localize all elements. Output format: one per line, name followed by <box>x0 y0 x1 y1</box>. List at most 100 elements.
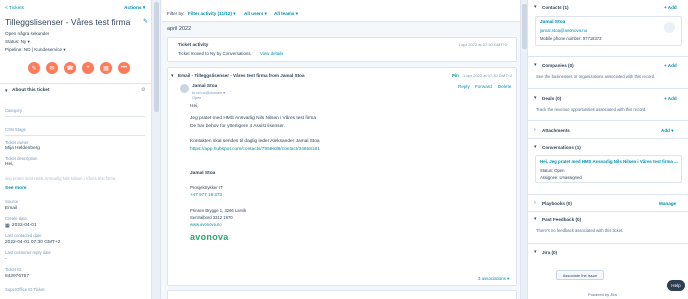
chevron-down-icon: ▾ <box>5 88 8 94</box>
pin-button[interactable]: Pin <box>452 73 459 78</box>
signature-web[interactable]: www.avonova.no <box>190 222 222 227</box>
associations-sidebar: ▾ Contacts (1) + Add Jamal Stoa jamal.st… <box>527 0 688 299</box>
edit-title-icon[interactable]: ✎ <box>143 18 148 25</box>
ticket-sidebar: < Tickets Actions ▾ Tilleggslisenser - V… <box>0 0 152 299</box>
timeline-scrollbar[interactable] <box>520 0 527 299</box>
prop-label-ticket-id: Ticket ID <box>5 267 22 272</box>
email-body-line: Kontakten skal sendes til daglig leder A… <box>190 139 320 144</box>
contacts-section-title[interactable]: Contacts (1) <box>542 5 569 10</box>
conversations-section-title[interactable]: Conversations (1) <box>542 145 581 150</box>
chevron-right-icon[interactable]: › <box>534 127 536 133</box>
email-sender[interactable]: Jamal Stoa <box>192 84 217 89</box>
avatar <box>180 84 189 93</box>
task-button[interactable]: + <box>82 62 94 74</box>
ticket-owner-value[interactable]: Mija Heldenberg <box>5 146 40 151</box>
contact-avatar <box>664 22 675 33</box>
ticket-description-value[interactable]: Hei, <box>5 162 14 167</box>
signature-address: Prinsen Brygge 1, 3266 Larvik <box>190 208 247 213</box>
section-divider <box>528 211 688 212</box>
associations-dropdown[interactable]: 3 associations ▾ <box>478 276 509 282</box>
last-contacted-value: 2022-04-01 07:30 GMT+2 <box>5 240 61 245</box>
meeting-button[interactable]: ▦ <box>100 62 112 74</box>
see-more-link[interactable]: See more <box>5 186 27 191</box>
forward-button[interactable]: Forward <box>475 84 492 89</box>
chevron-down-icon[interactable]: ▾ <box>534 95 537 101</box>
email-body-line: Jeg pratet med HMS Ansvarlig Nils Nilsen… <box>190 116 317 121</box>
add-attachment-dropdown[interactable]: Add ▾ <box>661 128 674 134</box>
chevron-down-icon[interactable]: ▾ <box>534 249 537 255</box>
conversation-card: Hei, Jeg pratet med HMS Ansvarlig Nils N… <box>535 155 682 183</box>
month-heading: april 2022 <box>167 26 192 32</box>
chevron-down-icon[interactable]: ▾ <box>534 216 537 222</box>
jira-section-title[interactable]: Jira (0) <box>542 250 557 255</box>
calendar-icon: ▦ <box>103 65 109 72</box>
contact-email[interactable]: jamal.stoa@avonova.no <box>540 28 587 33</box>
chevron-down-icon[interactable]: ▾ <box>534 144 537 150</box>
view-details-link[interactable]: View details <box>260 51 283 56</box>
calendar-icon: ▦ <box>5 223 10 229</box>
envelope-icon: ✉ <box>49 65 55 72</box>
signature-name: Jamal Stoa <box>190 171 216 176</box>
all-teams-dropdown[interactable]: All teams ▾ <box>274 11 298 17</box>
email-button[interactable]: ✉ <box>46 62 58 74</box>
call-button[interactable]: ☎ <box>64 62 76 74</box>
prop-label-last-contacted: Last contacted date <box>5 233 42 238</box>
more-icon: ••• <box>120 65 128 71</box>
add-contact-button[interactable]: + Add <box>664 5 677 10</box>
chevron-down-icon[interactable]: ▾ <box>534 62 537 68</box>
create-date-value[interactable]: 2022-04-01 <box>12 223 37 228</box>
all-users-dropdown[interactable]: All users ▾ <box>244 11 267 17</box>
associate-issue-button[interactable]: Associate the issue <box>556 270 604 280</box>
actions-menu[interactable]: Actions ▾ <box>124 6 145 11</box>
companies-empty-text: See the businesses or organizations asso… <box>536 74 656 79</box>
feedback-section-title[interactable]: Past Feedback (0) <box>542 217 581 222</box>
ticket-activity-card: Ticket activity 1 apr 2022 at 07:30 GMT+… <box>167 37 517 62</box>
scroll-thumb[interactable] <box>154 2 159 112</box>
email-body-line: Hei, <box>190 104 199 109</box>
email-header[interactable]: Email - Tilleggslisenser - Våres test fi… <box>178 73 305 78</box>
companies-section-title[interactable]: Companies (0) <box>542 63 574 68</box>
add-deal-button[interactable]: + Add <box>664 96 677 101</box>
ticket-title[interactable]: Tilleggslisenser - Våres test firma <box>5 17 130 27</box>
pipeline-dropdown[interactable]: Pipeline: ND | Kundeservice ▾ <box>5 47 66 53</box>
section-divider <box>528 56 688 57</box>
phone-icon: ☎ <box>66 65 74 72</box>
add-company-button[interactable]: + Add <box>664 63 677 68</box>
hubspot-contact-link[interactable]: https://app.hubspot.com/contacts/7959638… <box>190 147 320 152</box>
section-divider <box>528 120 688 121</box>
manage-playbooks-button[interactable]: Manage <box>659 201 676 206</box>
prop-label-description: Ticket description <box>5 156 38 161</box>
email-recipient[interactable]: to nd.no@domain ▾ <box>192 90 225 95</box>
deals-section-title[interactable]: Deals (0) <box>542 96 561 101</box>
section-divider <box>528 88 688 89</box>
chevron-down-icon[interactable]: ▾ <box>534 4 537 10</box>
conversation-link[interactable]: Hei, Jeg pratet med HMS Ansvarlig Nils N… <box>540 159 678 164</box>
chevron-right-icon[interactable]: › <box>534 200 536 206</box>
back-to-tickets-link[interactable]: < Tickets <box>5 6 24 11</box>
ticket-description-preview: Jeg pratet med HMS Ansvarlig Nils Nilsen… <box>5 176 116 181</box>
settings-icon[interactable]: ⚙ <box>141 87 145 93</box>
playbooks-section-title[interactable]: Playbooks (0) <box>542 201 572 206</box>
source-value[interactable]: Email <box>5 206 17 211</box>
section-divider <box>528 138 688 139</box>
email-date: 1 apr 2022 at 07:30 GMT+2 <box>463 73 513 78</box>
contact-card: Jamal Stoa jamal.stoa@avonova.no Mobile … <box>535 16 682 46</box>
chevron-down-icon[interactable]: ▾ <box>171 73 174 79</box>
about-section-title[interactable]: About this ticket <box>12 88 50 93</box>
delete-button[interactable]: Delete <box>498 84 511 89</box>
more-button[interactable]: ••• <box>118 62 130 74</box>
status-dropdown[interactable]: Status: Ny ▾ <box>5 39 30 45</box>
note-button[interactable]: ✎ <box>28 62 40 74</box>
reply-button[interactable]: Reply <box>458 84 470 89</box>
attachments-section-title[interactable]: Attachments <box>542 128 570 133</box>
signature-phone[interactable]: +47 977 18 373 <box>190 192 222 197</box>
activity-timeline: Filter by: Filter activity (11/12) ▾ All… <box>162 0 520 299</box>
left-scrollbar[interactable] <box>152 0 161 299</box>
prop-label-last-reply: Last customer reply date <box>5 250 51 255</box>
contact-name[interactable]: Jamal Stoa <box>540 20 565 25</box>
conversation-status: Status: Open <box>540 168 565 173</box>
help-button[interactable]: Help <box>667 280 685 291</box>
section-divider <box>528 243 688 244</box>
filter-activity-dropdown[interactable]: Filter activity (11/12) ▾ <box>188 11 236 17</box>
activity-date: 1 apr 2022 at 07:30 GMT+2 <box>458 42 508 47</box>
